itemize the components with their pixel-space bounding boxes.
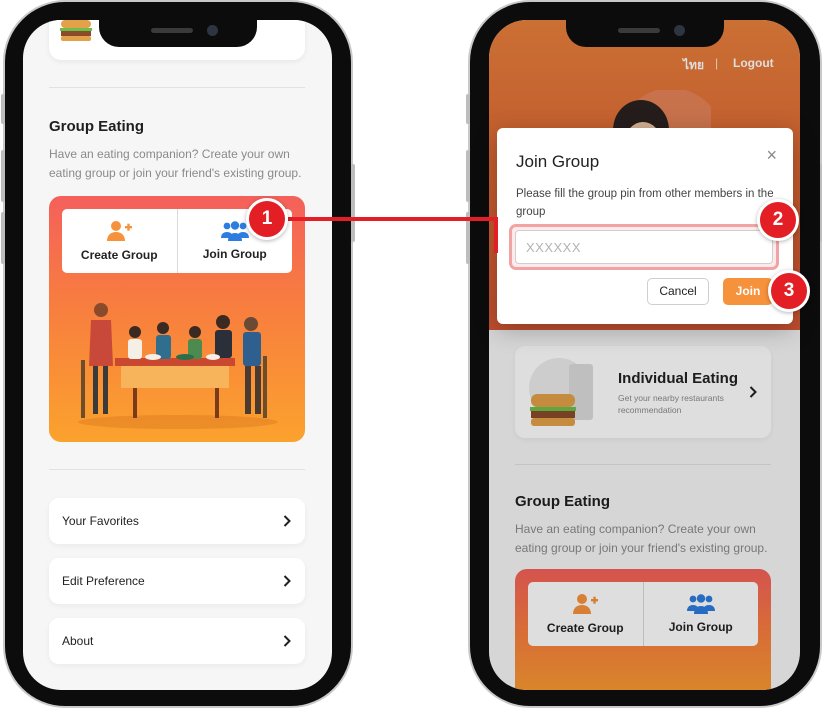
left-screen: Group Eating Have an eating companion? C… xyxy=(23,20,332,690)
power-button xyxy=(351,164,355,242)
create-group-label: Create Group xyxy=(80,248,158,262)
family-dinner-illustration xyxy=(78,303,278,429)
left-phone-frame: Group Eating Have an eating companion? C… xyxy=(1,2,355,706)
notch xyxy=(565,20,724,47)
menu-item-favorites[interactable]: Your Favorites xyxy=(49,498,305,544)
join-group-label: Join Group xyxy=(202,247,267,261)
cancel-button[interactable]: Cancel xyxy=(647,278,709,305)
modal-description: Please fill the group pin from other mem… xyxy=(516,188,774,218)
mute-switch xyxy=(466,94,470,124)
right-phone-frame: ไทย | Logout Individual Eating Get your … xyxy=(466,2,822,706)
join-button[interactable]: Join xyxy=(723,278,773,305)
menu-item-edit-preference[interactable]: Edit Preference xyxy=(49,558,305,604)
callout-badge-3: 3 xyxy=(768,270,810,312)
mute-switch xyxy=(1,94,5,124)
chevron-right-icon xyxy=(283,515,291,527)
divider xyxy=(49,469,305,470)
callout-connector-horizontal xyxy=(288,217,498,221)
chevron-right-icon xyxy=(283,635,291,647)
section-title: Group Eating xyxy=(49,118,144,135)
modal-backdrop[interactable] xyxy=(489,20,800,690)
modal-title: Join Group xyxy=(516,152,600,171)
callout-badge-1: 1 xyxy=(246,198,288,240)
chevron-right-icon xyxy=(283,575,291,587)
volume-down-button xyxy=(1,212,5,264)
menu-item-about[interactable]: About xyxy=(49,618,305,664)
add-user-icon xyxy=(107,221,133,241)
volume-up-button xyxy=(1,150,5,202)
group-pin-input[interactable] xyxy=(515,230,773,264)
menu-item-label: About xyxy=(62,634,94,648)
callout-badge-2: 2 xyxy=(757,199,799,241)
users-icon xyxy=(220,221,249,241)
volume-up-button xyxy=(466,150,470,202)
callout-connector-vertical xyxy=(494,217,498,253)
burger-icon xyxy=(60,20,92,41)
notch xyxy=(98,20,257,47)
menu-item-label: Edit Preference xyxy=(62,574,145,588)
menu-item-label: Your Favorites xyxy=(62,514,139,528)
divider xyxy=(49,87,305,88)
join-group-modal: Join Group × Please fill the group pin f… xyxy=(497,128,793,324)
pin-input-highlight xyxy=(509,224,779,270)
close-icon[interactable]: × xyxy=(766,146,777,164)
right-screen: ไทย | Logout Individual Eating Get your … xyxy=(489,20,800,690)
create-group-button[interactable]: Create Group xyxy=(62,209,177,273)
section-description: Have an eating companion? Create your ow… xyxy=(49,147,302,180)
